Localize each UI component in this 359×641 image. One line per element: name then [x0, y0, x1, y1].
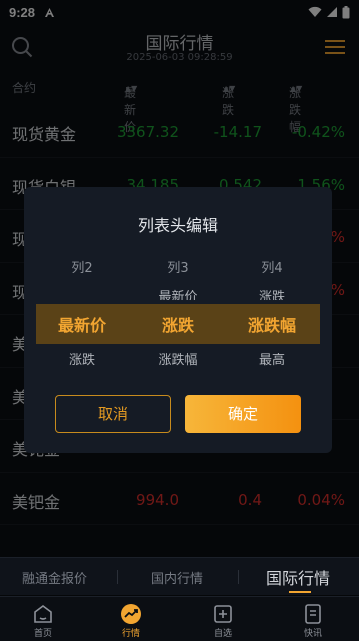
picker-option[interactable]: 涨跌 — [227, 286, 317, 300]
cancel-button[interactable]: 取消 — [55, 395, 171, 433]
confirm-button[interactable]: 确定 — [185, 395, 301, 433]
bottom-navigation: 首页 行情 自选 快讯 — [0, 596, 359, 641]
picker-row-above: 最新价 涨跌 — [24, 282, 332, 300]
trend-icon — [121, 604, 141, 624]
picker-selected-option[interactable]: 最新价 — [37, 312, 127, 336]
active-tab-indicator — [289, 591, 311, 593]
nav-label: 首页 — [33, 629, 52, 639]
nav-quotes[interactable]: 行情 — [101, 603, 161, 639]
picker-col-label: 列4 — [261, 261, 283, 276]
picker-selected-option[interactable]: 涨跌 — [133, 312, 223, 336]
news-icon — [305, 604, 321, 624]
market-tabs: 融通金报价 国内行情 国际行情 — [0, 557, 359, 595]
nav-news[interactable]: 快讯 — [283, 603, 343, 639]
picker-row-below: 涨跌 涨跌幅 最高 — [24, 353, 332, 371]
picker-col-label: 列3 — [167, 261, 189, 276]
dialog-title: 列表头编辑 — [137, 216, 218, 235]
picker-selected-option[interactable]: 涨跌幅 — [227, 312, 317, 336]
picker-option[interactable]: 最新价 — [133, 286, 223, 300]
add-favorite-icon — [214, 605, 232, 623]
nav-label: 自选 — [213, 629, 232, 639]
picker-option[interactable]: 涨跌 — [37, 353, 127, 368]
tab-divider — [117, 570, 118, 584]
nav-home[interactable]: 首页 — [13, 603, 73, 639]
nav-watchlist[interactable]: 自选 — [193, 603, 253, 639]
picker-col-label: 列2 — [71, 261, 93, 276]
tab-rtj-quotes[interactable]: 融通金报价 — [22, 568, 87, 587]
home-icon — [34, 605, 52, 623]
picker-selected-row: 最新价 涨跌 涨跌幅 — [36, 304, 320, 344]
nav-label: 快讯 — [303, 629, 322, 639]
tab-divider — [238, 570, 239, 584]
tab-domestic[interactable]: 国内行情 — [151, 568, 203, 587]
nav-label: 行情 — [121, 629, 140, 639]
picker-option[interactable]: 最高 — [227, 353, 317, 368]
tab-international[interactable]: 国际行情 — [266, 565, 330, 589]
picker-option[interactable]: 涨跌幅 — [133, 353, 223, 368]
column-editor-dialog: 列表头编辑 列2 列3 列4 最新价 涨跌 最新价 涨跌 涨跌幅 涨跌 涨跌幅 … — [24, 187, 332, 453]
